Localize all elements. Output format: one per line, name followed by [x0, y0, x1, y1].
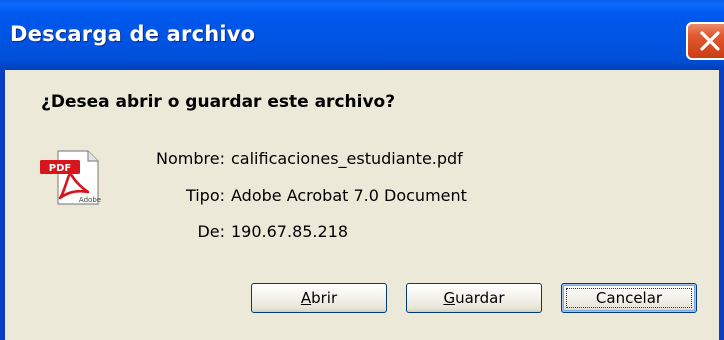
save-button[interactable]: Guardar	[406, 283, 542, 313]
window-title: Descarga de archivo	[10, 22, 256, 46]
cancel-button-label: Cancelar	[595, 289, 663, 307]
from-label: De:	[197, 222, 225, 241]
save-button-mnemonic: G	[443, 289, 456, 307]
dialog-question: ¿Desea abrir o guardar este archivo?	[41, 92, 396, 112]
name-value: calificaciones_estudiante.pdf	[231, 149, 463, 168]
from-value: 190.67.85.218	[231, 222, 349, 241]
file-download-dialog: Descarga de archivo ¿Desea abrir o guard…	[0, 0, 724, 340]
cancel-button[interactable]: Cancelar	[561, 283, 697, 313]
close-icon	[700, 31, 720, 51]
title-bar[interactable]: Descarga de archivo	[0, 0, 724, 70]
name-label: Nombre:	[156, 149, 225, 168]
open-button[interactable]: Abrir	[251, 283, 387, 313]
open-button-label: brir	[311, 289, 338, 307]
save-button-label: uardar	[455, 289, 505, 307]
window-border-right	[719, 70, 724, 340]
close-button[interactable]	[686, 22, 724, 60]
type-value: Adobe Acrobat 7.0 Document	[231, 186, 467, 205]
dialog-body: ¿Desea abrir o guardar este archivo? PDF…	[5, 70, 719, 340]
type-label: Tipo:	[185, 186, 225, 205]
open-button-mnemonic: A	[300, 289, 312, 307]
